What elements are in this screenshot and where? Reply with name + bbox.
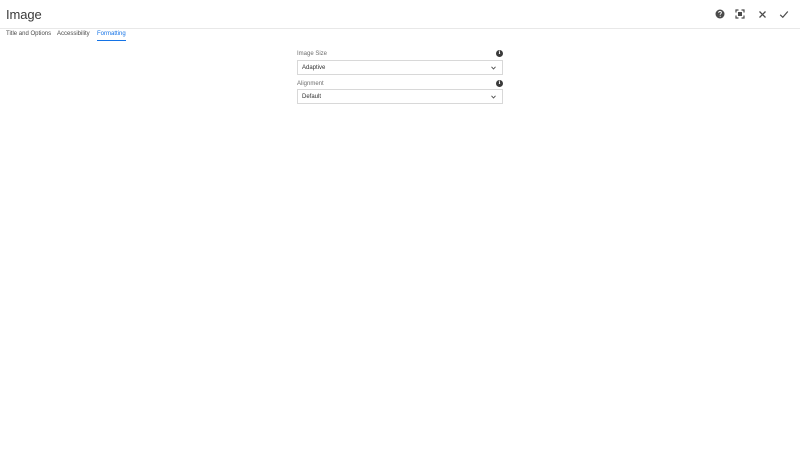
tab-bar: Title and Options Accessibility Formatti… (0, 28, 800, 44)
dialog-title: Image (6, 7, 42, 22)
info-icon[interactable]: i (496, 50, 503, 57)
checkmark-icon (779, 10, 789, 18)
alignment-label: Alignment (297, 81, 324, 87)
tab-accessibility[interactable]: Accessibility (57, 31, 90, 40)
image-dialog: Image Title and Options Accessibility Fo… (0, 0, 800, 450)
fullscreen-button[interactable] (733, 7, 747, 21)
done-button[interactable] (777, 7, 791, 21)
tab-formatting[interactable]: Formatting (97, 31, 126, 41)
chevron-down-icon (491, 66, 496, 70)
close-icon (758, 10, 766, 18)
info-icon[interactable]: i (496, 80, 503, 87)
image-size-label: Image Size (297, 51, 328, 57)
image-size-value: Adaptive (302, 65, 326, 71)
help-button[interactable] (713, 7, 727, 21)
fullscreen-icon (735, 9, 745, 19)
image-size-select[interactable]: Adaptive (297, 60, 503, 75)
chevron-down-icon (491, 95, 496, 99)
help-icon (715, 9, 725, 19)
close-button[interactable] (755, 7, 769, 21)
alignment-select[interactable]: Default (297, 89, 503, 104)
alignment-value: Default (302, 94, 322, 100)
tab-title-and-options[interactable]: Title and Options (6, 31, 51, 40)
dialog-header: Image (0, 0, 800, 29)
